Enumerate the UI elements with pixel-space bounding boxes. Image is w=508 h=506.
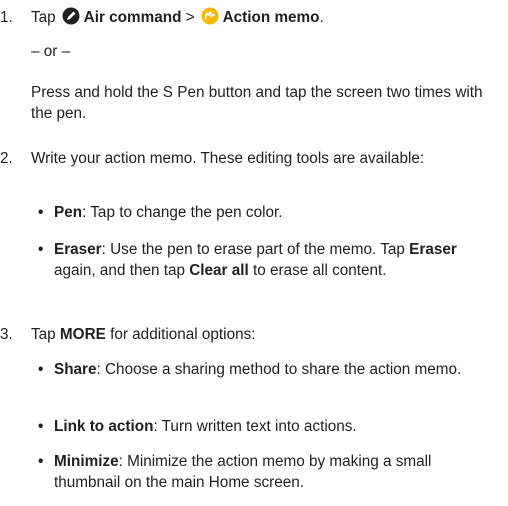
bullet-text: Link to action: Turn written text into a… [54, 416, 500, 437]
description: to erase all content. [248, 262, 387, 279]
step-1-tap: Tap [31, 9, 56, 26]
term: Link to action [54, 418, 154, 435]
bullet-text: Share: Choose a sharing method to share … [54, 359, 500, 380]
term: Eraser [409, 241, 457, 258]
bullet: • [38, 361, 44, 378]
action-memo-icon [201, 7, 219, 31]
description: : Use the pen to erase part of the memo.… [101, 241, 410, 258]
description: : Turn written text into actions. [153, 418, 357, 435]
bullet: • [38, 204, 44, 221]
step-3-rest: for additional options: [105, 326, 256, 343]
or-text: – or – [31, 43, 71, 60]
step-number: 2. [0, 150, 13, 167]
bullet-text: Minimize: Minimize the action memo by ma… [54, 451, 500, 493]
bullet: • [38, 453, 44, 470]
description: : Choose a sharing method to share the a… [96, 361, 462, 378]
term: Share [54, 361, 97, 378]
step-3-text: Tap MORE for additional options: [31, 324, 500, 345]
description: : Tap to change the pen color. [82, 204, 283, 221]
bullet: • [38, 418, 44, 435]
separator: > [185, 9, 195, 26]
step-3-tap: Tap [31, 326, 56, 343]
term: Clear all [189, 262, 249, 279]
step-1-alt-text: Press and hold the S Pen button and tap … [31, 84, 483, 122]
term: Pen [54, 204, 83, 221]
period: . [319, 9, 324, 26]
bullet-text: Pen: Tap to change the pen color. [54, 202, 500, 223]
air-command-icon [62, 7, 80, 31]
bullet: • [38, 241, 44, 258]
bullet-text: Eraser: Use the pen to erase part of the… [54, 239, 500, 281]
description: again, and then tap [54, 262, 190, 279]
more-label: MORE [59, 326, 106, 343]
action-memo-label: Action memo [222, 9, 320, 26]
step-1-line: Tap Air command > Action memo. [31, 7, 500, 31]
step-2-text: Write your action memo. These editing to… [31, 150, 425, 167]
air-command-label: Air command [83, 9, 182, 26]
instructions-page: 1. Tap Air command > Action memo. – or – P… [0, 0, 508, 506]
step-number: 3. [0, 326, 13, 343]
term: Minimize [54, 453, 119, 470]
step-number: 1. [0, 9, 13, 26]
term: Eraser [54, 241, 102, 258]
